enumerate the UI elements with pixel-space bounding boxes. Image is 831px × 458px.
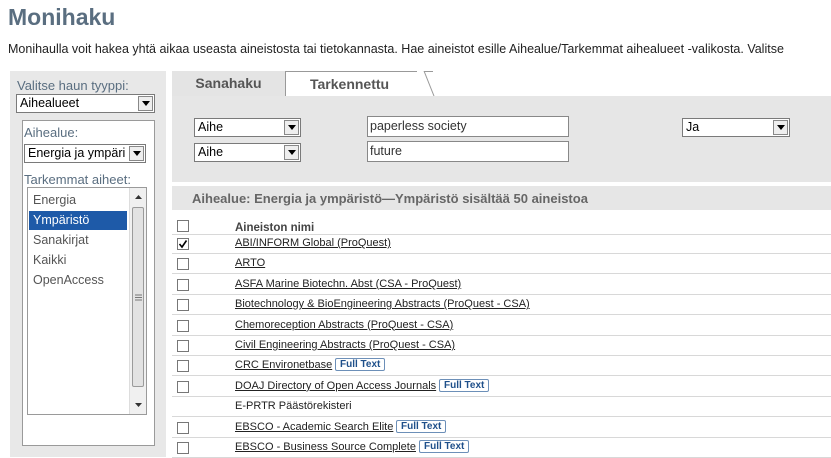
search-term-2-input[interactable]: future: [367, 141, 569, 162]
chevron-down-icon: [129, 146, 144, 161]
full-text-badge[interactable]: Full Text: [335, 358, 386, 372]
database-link[interactable]: DOAJ Directory of Open Access Journals: [235, 380, 436, 392]
field2-select-value: Aihe: [198, 145, 224, 159]
chevron-down-icon: [138, 96, 153, 111]
field1-select-value: Aihe: [198, 120, 224, 134]
subtopics-listbox[interactable]: Energia Ympäristö Sanakirjat Kaikki Open…: [27, 187, 147, 415]
results-column-header-row: Aineiston nimi: [172, 213, 831, 235]
scroll-thumb[interactable]: [132, 207, 144, 387]
table-row: CRC Environetbase Full Text: [172, 356, 831, 377]
subtopic-item-kaikki[interactable]: Kaikki: [29, 251, 127, 270]
table-row: Civil Engineering Abstracts (ProQuest - …: [172, 336, 831, 356]
full-text-badge[interactable]: Full Text: [396, 419, 447, 433]
subtopics-label: Tarkemmat aiheet:: [24, 172, 131, 187]
intro-text: Monihaulla voit hakea yhtä aikaa useasta…: [8, 42, 784, 56]
row-checkbox[interactable]: [177, 360, 189, 373]
subject-label: Aihealue:: [24, 125, 79, 140]
tab-tarkennettu[interactable]: Tarkennettu: [285, 71, 433, 96]
tab-sanahaku[interactable]: Sanahaku: [172, 71, 285, 96]
scroll-down-icon[interactable]: [130, 397, 147, 413]
field2-select[interactable]: Aihe: [194, 143, 301, 162]
subject-value: Energia ja ympäri: [28, 146, 126, 160]
subtopic-item-sanakirjat[interactable]: Sanakirjat: [29, 231, 127, 250]
row-checkbox[interactable]: [177, 380, 189, 393]
database-link[interactable]: Chemoreception Abstracts (ProQuest - CSA…: [235, 319, 453, 331]
database-link[interactable]: EBSCO - Academic Search Elite: [235, 421, 393, 433]
subject-box: Aihealue: Energia ja ympäri Tarkemmat ai…: [22, 120, 155, 446]
tab-corner: [417, 71, 435, 96]
field1-select[interactable]: Aihe: [194, 118, 301, 137]
table-row: DOAJ Directory of Open Access Journals Fu…: [172, 377, 831, 397]
tab-bar: Sanahaku Tarkennettu: [172, 71, 831, 96]
page-title: Monihaku: [8, 4, 116, 30]
subtopic-item-ymparisto[interactable]: Ympäristö: [29, 211, 127, 230]
table-row: Chemoreception Abstracts (ProQuest - CSA…: [172, 316, 831, 336]
database-link[interactable]: Civil Engineering Abstracts (ProQuest - …: [235, 339, 455, 351]
table-row: ARTO: [172, 254, 831, 275]
database-link[interactable]: Biotechnology & BioEngineering Abstracts…: [235, 298, 530, 310]
chevron-down-icon: [284, 145, 299, 160]
search-type-value: Aihealueet: [20, 96, 80, 110]
advanced-search-form: Aihe paperless society Ja Aihe future: [172, 96, 831, 182]
database-name: E-PRTR Päästörekisteri: [235, 400, 352, 413]
table-row: Biotechnology & BioEngineering Abstracts…: [172, 295, 831, 316]
chevron-down-icon: [773, 120, 788, 135]
scroll-up-icon[interactable]: [130, 189, 147, 205]
table-row: E-PRTR Päästörekisteri: [172, 397, 831, 418]
subtopic-item-openaccess[interactable]: OpenAccess: [29, 271, 127, 290]
listbox-scrollbar[interactable]: [129, 188, 146, 414]
table-row: ABI/INFORM Global (ProQuest): [172, 234, 831, 254]
column-header-name: Aineiston nimi: [235, 222, 315, 234]
subtopic-item-energia[interactable]: Energia: [29, 191, 127, 210]
subject-select[interactable]: Energia ja ympäri: [24, 144, 146, 163]
row-checkbox[interactable]: [177, 340, 189, 352]
search-term-1-input[interactable]: paperless society: [367, 116, 569, 137]
row-checkbox[interactable]: [177, 442, 189, 454]
table-row: ASFA Marine Biotechn. Abst (CSA - ProQue…: [172, 275, 831, 295]
row-checkbox[interactable]: [177, 238, 189, 250]
chevron-down-icon: [284, 120, 299, 135]
database-link[interactable]: ABI/INFORM Global (ProQuest): [235, 237, 391, 249]
row-checkbox[interactable]: [177, 258, 189, 271]
full-text-badge[interactable]: Full Text: [419, 440, 470, 453]
select-all-checkbox[interactable]: [177, 220, 189, 232]
operator-value: Ja: [686, 120, 700, 134]
search-type-label: Valitse haun tyyppi:: [17, 78, 129, 93]
database-link[interactable]: ASFA Marine Biotechn. Abst (CSA - ProQue…: [235, 278, 461, 290]
operator-select[interactable]: Ja: [682, 118, 790, 137]
full-text-badge[interactable]: Full Text: [439, 378, 490, 392]
database-link[interactable]: CRC Environetbase: [235, 359, 332, 371]
row-checkbox[interactable]: [177, 299, 189, 312]
row-checkbox[interactable]: [177, 319, 189, 332]
row-checkbox[interactable]: [177, 278, 189, 291]
left-panel: Valitse haun tyyppi: Aihealueet Aihealue…: [10, 71, 166, 457]
table-row: EBSCO - Academic Search Elite Full Text: [172, 418, 831, 438]
table-row: EBSCO - Business Source Complete Full Tex…: [172, 438, 831, 458]
database-link[interactable]: EBSCO - Business Source Complete: [235, 441, 416, 453]
row-checkbox[interactable]: [177, 421, 189, 434]
search-type-select[interactable]: Aihealueet: [16, 94, 155, 113]
database-link[interactable]: ARTO: [235, 257, 265, 269]
results-header: Aihealue: Energia ja ympäristö—Ympäristö…: [172, 186, 831, 210]
